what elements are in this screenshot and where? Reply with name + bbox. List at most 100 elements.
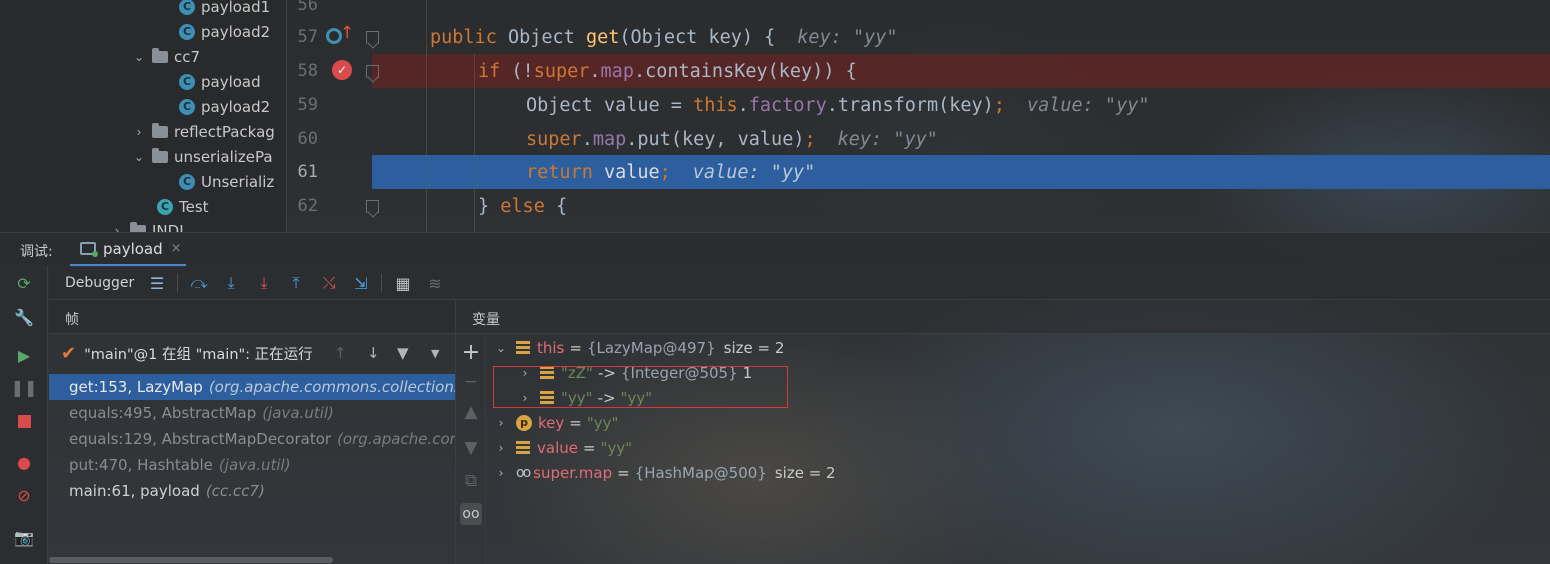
debugger-tab-label[interactable]: Debugger [65, 275, 134, 291]
inline-value-hint: key: "yy" [837, 128, 938, 150]
arrow-up-icon[interactable]: ▲ [460, 401, 482, 423]
gutter-line[interactable]: 60 [288, 122, 384, 156]
folder-icon [152, 147, 168, 163]
stop-icon[interactable] [15, 412, 33, 430]
parameter-icon: p [516, 414, 532, 431]
gutter-line[interactable]: 61 [288, 155, 384, 189]
resume-icon[interactable]: ▶ [15, 346, 33, 365]
stack-frame[interactable]: equals:129, AbstractMapDecorator (org.apa… [49, 426, 455, 452]
run-to-cursor-icon[interactable]: ⇲ [351, 273, 371, 293]
wrench-icon[interactable]: 🔧 [14, 308, 34, 327]
tree-folder-cc7[interactable]: ⌄ cc7 [132, 44, 200, 69]
tree-item[interactable]: Cpayload [179, 69, 261, 94]
arrow-up-icon: ↑ [340, 23, 355, 43]
chevron-down-icon[interactable]: ⌄ [132, 50, 146, 64]
gutter-line[interactable]: 56 [288, 0, 384, 22]
tree-folder[interactable]: ⌄ unserializePa [132, 144, 273, 169]
class-icon: C [179, 0, 195, 15]
code-line-57: public Object get (Object key) { key: "yy… [430, 26, 898, 48]
thread-selector[interactable]: ✔ "main"@1 在组 "main": 正在运行 ↑ ↓ ▼ ▼ [49, 334, 455, 372]
tree-item[interactable]: Cpayload1 [179, 0, 270, 19]
arrow-up-icon[interactable]: ↑ [334, 344, 347, 362]
filter-icon[interactable]: ▼ [397, 344, 409, 362]
tree-item[interactable]: Cpayload2 [179, 94, 270, 119]
variable-key[interactable]: › p key = "yy" [494, 410, 619, 435]
toolbar-separator [381, 274, 382, 292]
inline-value-hint: value: "yy" [1026, 94, 1150, 116]
mute-breakpoints-icon[interactable]: ⊘ [15, 486, 33, 505]
rerun-icon[interactable]: ⟳ [15, 274, 33, 293]
watch-super-map[interactable]: › oo super.map = {HashMap@500} size = 2 [494, 460, 836, 485]
inline-value-hint: key: "yy" [797, 26, 898, 48]
arrow-down-icon[interactable]: ↓ [367, 344, 380, 362]
step-out-icon[interactable]: ⤒ [286, 273, 306, 293]
evaluate-expression-icon[interactable]: ▦ [393, 273, 413, 293]
stack-frame[interactable]: get:153, LazyMap (org.apache.commons.coll… [49, 374, 455, 400]
force-step-into-icon[interactable]: ⤓ [254, 273, 274, 293]
horizontal-scrollbar[interactable] [49, 557, 333, 563]
class-icon: C [157, 198, 173, 215]
gutter-line[interactable]: 58 ✓ [288, 54, 384, 88]
step-into-icon[interactable]: ⤓ [221, 273, 241, 293]
tree-folder[interactable]: › reflectPackag [132, 119, 275, 144]
add-watch-icon[interactable]: + [460, 340, 482, 365]
chevron-right-icon[interactable]: › [494, 441, 508, 455]
debug-label: 调试: [20, 244, 53, 260]
trace-icon[interactable]: ≋ [425, 273, 445, 293]
gutter-line[interactable]: 62 [288, 189, 384, 223]
toolbar-separator [177, 274, 178, 292]
tree-item[interactable]: C Test [157, 194, 209, 219]
variable-value[interactable]: › value = "yy" [494, 435, 633, 460]
close-tab-icon[interactable]: × [171, 241, 182, 256]
gutter-line[interactable]: 59 [288, 88, 384, 122]
class-icon: C [179, 23, 195, 40]
run-config-icon [80, 242, 98, 257]
check-icon: ✔ [61, 342, 77, 364]
camera-icon[interactable]: 📷 [14, 528, 34, 547]
inline-value-hint: value: "yy" [692, 161, 816, 183]
project-tree: Cpayload1 Cpayload2 ⌄ cc7 Cpayload Cpaylo… [0, 0, 287, 232]
class-icon: C [179, 98, 195, 115]
pause-icon[interactable]: ❚❚ [11, 378, 38, 397]
chevron-right-icon[interactable]: › [110, 224, 124, 233]
folder-icon [130, 221, 146, 232]
chevron-right-icon[interactable]: › [132, 125, 146, 139]
frames-panel-header: 帧 [49, 300, 455, 334]
tab-payload[interactable]: payload × [70, 233, 186, 267]
code-line-58-breakpoint: if (! super. map .containsKey(key)) { [372, 54, 1550, 88]
code-line-61-current: return value; value: "yy" [372, 155, 1550, 189]
glasses-icon[interactable]: oo [460, 503, 482, 525]
indent-guide [426, 0, 427, 232]
class-icon: C [179, 73, 195, 90]
stack-frame[interactable]: put:470, Hashtable (java.util) [49, 452, 455, 478]
tree-item[interactable]: C Unserializ [179, 169, 274, 194]
stack-frame[interactable]: equals:495, AbstractMap (java.util) [49, 400, 455, 426]
chevron-down-icon[interactable]: ▼ [431, 347, 439, 360]
chevron-down-icon[interactable]: ⌄ [132, 150, 146, 164]
annotation-highlight-box [493, 366, 788, 408]
chevron-right-icon[interactable]: › [494, 466, 508, 480]
tree-item[interactable]: Cpayload2 [179, 19, 270, 44]
folder-icon [152, 122, 168, 138]
drop-frame-icon[interactable]: ⤯ [319, 273, 339, 293]
breakpoint-icon[interactable]: ✓ [332, 60, 352, 80]
minus-icon[interactable]: − [460, 371, 482, 393]
chevron-down-icon[interactable]: ⌄ [494, 341, 508, 355]
variable-this[interactable]: ⌄ this = {LazyMap@497} size = 2 [494, 335, 784, 360]
view-breakpoints-icon[interactable]: ● [15, 453, 33, 472]
fold-icon[interactable] [366, 65, 379, 78]
chevron-right-icon[interactable]: › [494, 416, 508, 430]
stack-frame[interactable]: main:61, payload (cc.cc7) [49, 478, 455, 504]
tree-folder[interactable]: › JNDI [110, 218, 184, 232]
class-icon: C [179, 173, 195, 190]
debug-tool-window-header: 调试: payload × [0, 232, 1550, 267]
code-line-59: Object value = this. factory .transform(ke… [526, 94, 1150, 116]
folder-icon [152, 47, 168, 63]
gutter-line[interactable]: 57 ↑ [288, 20, 384, 54]
list-icon[interactable]: ☰ [147, 273, 167, 293]
code-editor[interactable]: 56 57 ↑ public Object get (Object key) { … [288, 0, 1550, 232]
arrow-down-icon[interactable]: ▼ [460, 437, 482, 459]
step-over-icon[interactable]: ⤼ [189, 273, 209, 293]
copy-icon[interactable]: ⧉ [460, 470, 482, 492]
field-icon [516, 441, 530, 454]
